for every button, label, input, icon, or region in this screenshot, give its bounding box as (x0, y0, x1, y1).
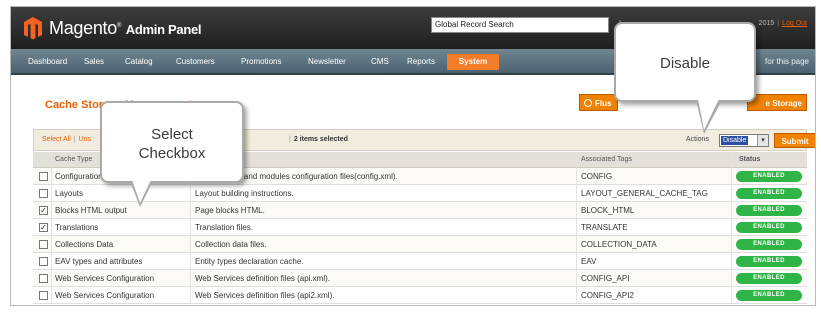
cell-cache-type: EAV types and attributes (55, 257, 143, 266)
header-status[interactable]: Status (739, 156, 760, 163)
cell-associated-tags: LAYOUT_GENERAL_CACHE_TAG (581, 189, 708, 198)
nav-sales[interactable]: Sales (77, 54, 111, 70)
actions-label: Actions (686, 136, 709, 143)
unselect-all-link[interactable]: Uns (79, 136, 91, 143)
select-checkbox-callout: Select Checkbox (100, 101, 244, 183)
cell-cache-type: Translations (55, 223, 99, 232)
global-search-input[interactable]: Global Record Search (431, 17, 609, 33)
header-user-area: 2015 | Log Out (758, 20, 807, 27)
logo-subtitle: Admin Panel (125, 22, 202, 37)
cell-description: Collection data files. (195, 240, 267, 249)
app-title: Magento® Admin Panel (49, 18, 202, 38)
status-badge: ENABLED (736, 188, 802, 199)
table-row[interactable]: Web Services Configuration Web Services d… (33, 287, 807, 304)
table-row[interactable]: ✓ Translations Translation files. TRANSLATE… (33, 219, 807, 236)
cell-associated-tags: CONFIG_API (581, 274, 630, 283)
cell-associated-tags: CONFIG_API2 (581, 291, 634, 300)
nav-dashboard[interactable]: Dashboard (21, 54, 74, 70)
actions-selected-value: Disable (721, 136, 749, 145)
select-all-link[interactable]: Select All (42, 136, 71, 143)
submit-button[interactable]: Submit (774, 133, 815, 148)
actions-select[interactable]: Disable ▾ (719, 134, 769, 147)
date-fragment: 2015 (758, 20, 775, 27)
row-checkbox[interactable]: ✓ (39, 206, 48, 215)
chevron-down-icon[interactable]: ▾ (757, 135, 768, 146)
callout-select-line2: Checkbox (138, 145, 206, 162)
nav-newsletter[interactable]: Newsletter (301, 54, 353, 70)
cell-cache-type: Configuration (55, 172, 103, 181)
flush-cache-storage-button[interactable]: e Storage (747, 94, 807, 111)
nav-catalog[interactable]: Catalog (118, 54, 160, 70)
callout-select-line1: Select (151, 126, 193, 143)
status-badge: ENABLED (736, 222, 802, 233)
status-badge: ENABLED (736, 171, 802, 182)
table-row[interactable]: Collections Data Collection data files. CO… (33, 236, 807, 253)
cell-associated-tags: COLLECTION_DATA (581, 240, 657, 249)
row-checkbox[interactable] (39, 257, 48, 266)
cell-associated-tags: TRANSLATE (581, 223, 628, 232)
status-badge: ENABLED (736, 256, 802, 267)
cell-description: Entity types declaration cache. (195, 257, 304, 266)
row-checkbox[interactable]: ✓ (39, 223, 48, 232)
disable-callout: Disable (614, 22, 756, 102)
table-row[interactable]: Web Services Configuration Web Services d… (33, 270, 807, 287)
cell-cache-type: Web Services Configuration (55, 274, 155, 283)
nav-reports[interactable]: Reports (400, 54, 442, 70)
nav-customers[interactable]: Customers (169, 54, 222, 70)
logout-link[interactable]: Log Out (782, 20, 807, 27)
cell-description: Layout building instructions. (195, 189, 294, 198)
flush-magento-cache-button[interactable]: Flus (579, 94, 619, 111)
logo-text: Magento (49, 18, 117, 38)
status-badge: ENABLED (736, 205, 802, 216)
header-cache-type[interactable]: Cache Type (55, 156, 92, 163)
cell-description: Web Services definition files (api.xml). (195, 274, 331, 283)
status-badge: ENABLED (736, 273, 802, 284)
nav-system[interactable]: System (447, 54, 499, 70)
selected-count: | 2 items selected (289, 136, 348, 143)
table-row[interactable]: EAV types and attributes Entity types dec… (33, 253, 807, 270)
row-checkbox[interactable] (39, 172, 48, 181)
row-checkbox[interactable] (39, 189, 48, 198)
cell-cache-type: Blocks HTML output (55, 206, 127, 215)
flush-magento-label: Flus (595, 99, 612, 108)
magento-logo-icon (24, 17, 42, 40)
nav-promotions[interactable]: Promotions (234, 54, 288, 70)
cell-cache-type: Layouts (55, 189, 84, 198)
row-checkbox[interactable] (39, 274, 48, 283)
header-associated-tags[interactable]: Associated Tags (581, 156, 632, 163)
cell-associated-tags: CONFIG (581, 172, 613, 181)
cell-description: Translation files. (195, 223, 253, 232)
cell-associated-tags: EAV (581, 257, 597, 266)
row-checkbox[interactable] (39, 240, 48, 249)
refresh-icon (584, 99, 592, 107)
cell-associated-tags: BLOCK_HTML (581, 206, 635, 215)
row-checkbox[interactable] (39, 291, 48, 300)
cell-cache-type: Collections Data (55, 240, 114, 249)
help-link[interactable]: for this page (765, 54, 809, 70)
status-badge: ENABLED (736, 290, 802, 301)
callout-disable-text: Disable (659, 55, 711, 72)
cell-description: Page blocks HTML. (195, 206, 265, 215)
status-badge: ENABLED (736, 239, 802, 250)
nav-cms[interactable]: CMS (364, 54, 396, 70)
items-selected-text: 2 items selected (293, 136, 348, 143)
cell-cache-type: Web Services Configuration (55, 291, 155, 300)
cell-description: Web Services definition files (api2.xml)… (195, 291, 335, 300)
